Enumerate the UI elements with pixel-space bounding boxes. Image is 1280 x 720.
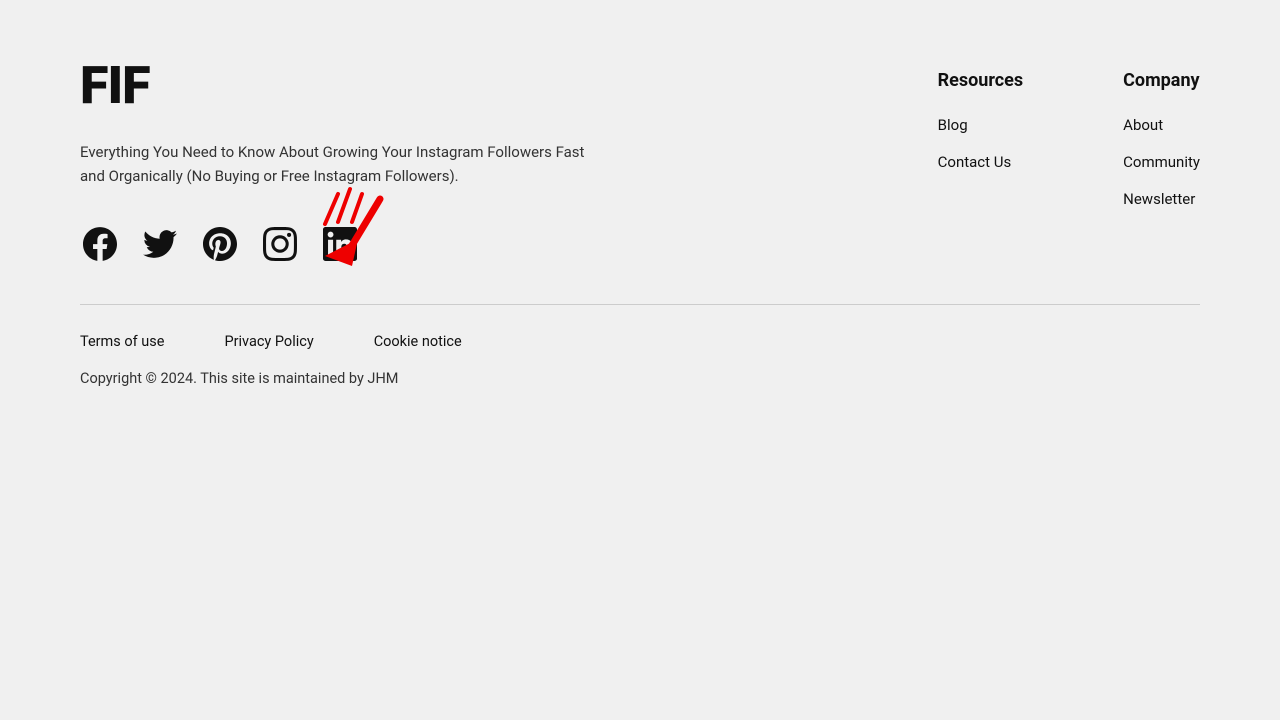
resources-list: Blog Contact Us: [938, 115, 1024, 171]
company-heading: Company: [1123, 70, 1200, 91]
community-link[interactable]: Community: [1123, 153, 1200, 171]
list-item: About: [1123, 115, 1200, 134]
copyright-text: Copyright © 2024. This site is maintaine…: [80, 370, 1200, 387]
footer-description: Everything You Need to Know About Growin…: [80, 140, 600, 188]
footer-logo: FIF: [80, 60, 600, 112]
newsletter-link[interactable]: Newsletter: [1123, 190, 1195, 208]
social-icons: [80, 224, 600, 264]
footer-left: FIF Everything You Need to Know About Gr…: [80, 60, 600, 264]
terms-link[interactable]: Terms of use: [80, 333, 164, 350]
list-item: Blog: [938, 115, 1024, 134]
footer-bottom: Terms of use Privacy Policy Cookie notic…: [0, 305, 1280, 407]
resources-heading: Resources: [938, 70, 1024, 91]
instagram-icon[interactable]: [260, 224, 300, 264]
cookie-link[interactable]: Cookie notice: [374, 333, 462, 350]
contact-link[interactable]: Contact Us: [938, 153, 1012, 171]
privacy-link[interactable]: Privacy Policy: [224, 333, 313, 350]
company-column: Company About Community Newsletter: [1123, 70, 1200, 208]
list-item: Contact Us: [938, 152, 1024, 171]
about-link[interactable]: About: [1123, 116, 1163, 134]
company-list: About Community Newsletter: [1123, 115, 1200, 208]
blog-link[interactable]: Blog: [938, 116, 968, 134]
list-item: Community: [1123, 152, 1200, 171]
footer-main: FIF Everything You Need to Know About Gr…: [0, 0, 1280, 304]
footer-nav: Resources Blog Contact Us Company About …: [938, 60, 1200, 208]
footer-legal: Terms of use Privacy Policy Cookie notic…: [80, 333, 1200, 350]
pinterest-icon[interactable]: [200, 224, 240, 264]
linkedin-icon[interactable]: [320, 224, 360, 264]
list-item: Newsletter: [1123, 189, 1200, 208]
facebook-icon[interactable]: [80, 224, 120, 264]
resources-column: Resources Blog Contact Us: [938, 70, 1024, 208]
twitter-icon[interactable]: [140, 224, 180, 264]
